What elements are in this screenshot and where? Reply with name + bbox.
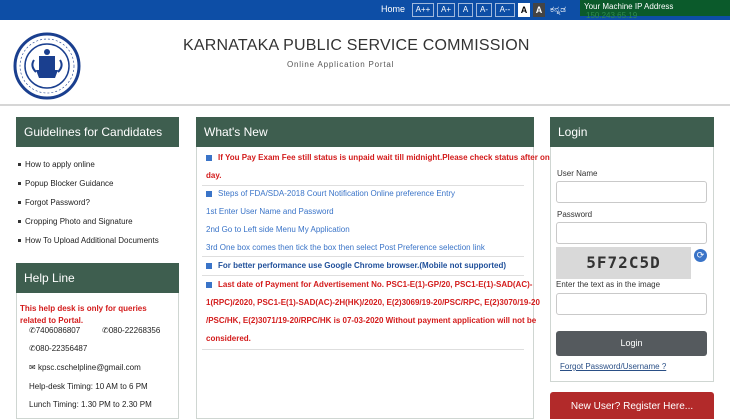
login-button[interactable]: Login [556, 331, 707, 356]
ip-address-label: Your Machine IP Address [584, 2, 674, 11]
guideline-link-upload-documents[interactable]: How To Upload Additional Documents [18, 231, 159, 250]
header-divider [0, 104, 730, 106]
phone-icon: ✆ [29, 344, 36, 353]
helpline-lunch-timing: Lunch Timing: 1.30 PM to 2.30 PM [29, 400, 152, 409]
news-item-exam-fee-cont: day. [206, 171, 222, 180]
phone-icon: ✆ [29, 326, 36, 335]
news-item-last-date-payment[interactable]: Last date of Payment for Advertisement N… [206, 277, 532, 293]
guideline-link-forgot-password[interactable]: Forgot Password? [18, 193, 159, 212]
font-size-small-button[interactable]: A- [476, 3, 492, 17]
helpline-phone-1: ✆7406086807 [29, 326, 81, 335]
news-step-3: 3rd One box comes then tick the box then… [206, 243, 485, 252]
home-link[interactable]: Home [381, 4, 405, 14]
password-input[interactable] [556, 222, 707, 244]
news-item-browser[interactable]: For better performance use Google Chrome… [206, 258, 506, 274]
news-divider [202, 349, 524, 350]
forgot-password-link[interactable]: Forgot Password/Username ? [560, 362, 666, 371]
phone-icon: ✆ [102, 326, 109, 335]
news-bullet-icon [206, 154, 212, 161]
helpline-timing: Help-desk Timing: 10 AM to 6 PM [29, 382, 148, 391]
font-size-xxl-button[interactable]: A++ [412, 3, 434, 17]
ip-address-value: 150.243.65.19 [586, 11, 638, 20]
contrast-dark-button[interactable]: A [533, 3, 545, 17]
font-size-xl-button[interactable]: A+ [437, 3, 455, 17]
page-subtitle: Online Application Portal [287, 60, 395, 69]
news-item-fda-sda[interactable]: Steps of FDA/SDA-2018 Court Notification… [206, 186, 455, 202]
guidelines-panel-header: Guidelines for Candidates [16, 117, 179, 147]
envelope-icon: ✉ [29, 363, 38, 372]
captcha-label: Enter the text as in the image [556, 280, 661, 289]
news-step-2: 2nd Go to Left side Menu My Application [206, 225, 350, 234]
kannada-language-link[interactable]: ಕನ್ನಡ [550, 4, 566, 15]
kpsc-seal-logo [12, 32, 82, 100]
news-item-last-date-line-2: 1(RPC)/2020, PSC1-E(1)-SAD(AC)-2H(HK)/20… [206, 298, 540, 307]
helpline-notice: This help desk is only for queries relat… [20, 304, 147, 325]
guideline-link-cropping-photo[interactable]: Cropping Photo and Signature [18, 212, 159, 231]
news-bullet-icon [206, 190, 212, 197]
news-item-last-date-line-3: /PSC/HK, E(2)3071/19-20/RPC/HK is 07-03-… [206, 316, 537, 325]
news-bullet-icon [206, 281, 212, 288]
news-divider [202, 275, 524, 276]
helpline-phone-2: ✆080-22268356 [102, 326, 161, 335]
helpline-phone-3: ✆080-22356487 [29, 344, 88, 353]
helpline-panel: This help desk is only for queries relat… [16, 293, 179, 419]
password-label: Password [557, 210, 593, 219]
news-divider [202, 256, 524, 257]
font-size-xs-button[interactable]: A-- [495, 3, 515, 17]
news-item-exam-fee[interactable]: If You Pay Exam Fee still status is unpa… [206, 150, 554, 166]
ip-address-box: Your Machine IP Address 150.243.65.19 [580, 0, 730, 20]
captcha-image: 5F72C5D [556, 247, 691, 279]
username-input[interactable] [556, 181, 707, 203]
font-size-normal-button[interactable]: A [458, 3, 473, 17]
guideline-link-apply-online[interactable]: How to apply online [18, 155, 159, 174]
news-step-1: 1st Enter User Name and Password [206, 207, 334, 216]
helpline-panel-header: Help Line [16, 263, 179, 293]
username-label: User Name [557, 169, 598, 178]
whats-new-panel-header: What's New [196, 117, 534, 147]
news-item-last-date-line-4: considered. [206, 334, 251, 343]
guideline-link-popup-blocker[interactable]: Popup Blocker Guidance [18, 174, 159, 193]
news-bullet-icon [206, 262, 212, 269]
guidelines-panel: How to apply online Popup Blocker Guidan… [16, 147, 179, 252]
contrast-light-button[interactable]: A [518, 3, 530, 17]
register-button[interactable]: New User? Register Here... [550, 392, 714, 419]
captcha-input[interactable] [556, 293, 707, 315]
refresh-icon[interactable]: ⟳ [694, 249, 707, 262]
helpline-email: ✉ kpsc.cschelpline@gmail.com [29, 363, 141, 372]
page-title: KARNATAKA PUBLIC SERVICE COMMISSION [183, 37, 530, 54]
login-panel-header: Login [550, 117, 714, 147]
